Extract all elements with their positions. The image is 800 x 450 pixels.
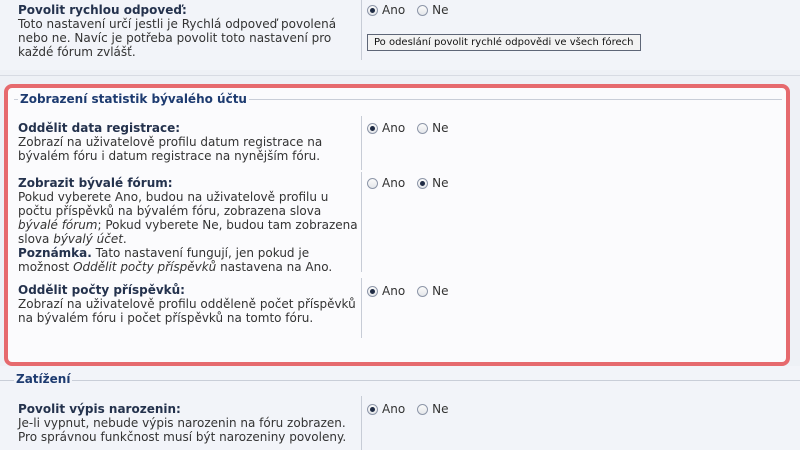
column-divider: [361, 0, 362, 60]
separate-post-counts-options: Ano Ne: [367, 284, 461, 298]
legend-line: [0, 380, 800, 381]
divider: [0, 75, 800, 76]
show-former-forum-title: Zobrazit bývalé fórum:: [18, 176, 173, 190]
birthday-listing-description: Povolit výpis narozenin: Je-li vypnut, n…: [18, 402, 358, 444]
radio-checked-icon[interactable]: [367, 4, 378, 16]
section-legend: Zobrazení statistik bývalého účtu: [18, 92, 249, 106]
column-divider: [361, 116, 362, 170]
separate-post-counts-no[interactable]: Ne: [417, 284, 449, 298]
separate-post-counts-text: Zobrazí na uživatelově profilu odděleně …: [18, 297, 356, 325]
birthday-listing-title: Povolit výpis narozenin:: [18, 402, 181, 416]
birthday-listing-text: Je-li vypnut, nebude výpis narozenin na …: [18, 416, 347, 444]
load-section-legend: Zatížení: [14, 372, 73, 386]
separate-post-counts-description: Oddělit počty příspěvků: Zobrazí na uživ…: [18, 283, 358, 325]
show-former-forum-description: Zobrazit bývalé fórum: Pokud vyberete An…: [18, 176, 358, 274]
radio-checked-icon[interactable]: [367, 122, 378, 134]
load-section: Zatížení Povolit výpis narozenin: Je-li …: [0, 366, 800, 450]
radio-checked-icon[interactable]: [367, 403, 378, 415]
radio-checked-icon[interactable]: [417, 177, 429, 189]
show-former-forum-no[interactable]: Ne: [417, 176, 449, 190]
birthday-listing-options: Ano Ne: [367, 402, 461, 416]
enable-quick-reply-all-forums-button[interactable]: Po odeslání povolit rychlé odpovědi ve v…: [367, 34, 641, 51]
separate-post-counts-yes[interactable]: Ano: [367, 284, 405, 298]
radio-unchecked-icon[interactable]: [417, 403, 429, 415]
radio-checked-icon[interactable]: [367, 285, 378, 297]
birthday-listing-yes[interactable]: Ano: [367, 402, 405, 416]
quick-reply-title: Povolit rychlou odpoveď:: [18, 3, 187, 17]
separate-registration-yes[interactable]: Ano: [367, 121, 405, 135]
quick-reply-yes[interactable]: Ano: [367, 3, 405, 17]
former-account-stats-section: Zobrazení statistik bývalého účtu Odděli…: [4, 84, 790, 366]
show-former-forum-yes[interactable]: Ano: [367, 176, 405, 190]
separate-registration-description: Oddělit data registrace: Zobrazí na uživ…: [18, 121, 358, 163]
radio-unchecked-icon[interactable]: [417, 285, 429, 297]
separate-post-counts-title: Oddělit počty příspěvků:: [18, 283, 185, 297]
separate-registration-options: Ano Ne: [367, 121, 461, 135]
separate-registration-text: Zobrazí na uživatelově profilu datum reg…: [18, 135, 323, 163]
radio-unchecked-icon[interactable]: [417, 122, 429, 134]
quick-reply-description: Povolit rychlou odpoveď: Toto nastavení …: [18, 3, 358, 59]
show-former-forum-note: Poznámka. Tato nastavení fungují, jen po…: [18, 246, 333, 274]
column-divider: [361, 278, 362, 338]
quick-reply-options: Ano Ne: [367, 3, 461, 17]
column-divider: [361, 396, 362, 450]
show-former-forum-text: Pokud vyberete Ano, budou na uživatelově…: [18, 190, 358, 246]
separate-registration-no[interactable]: Ne: [417, 121, 449, 135]
show-former-forum-options: Ano Ne: [367, 176, 461, 190]
column-divider: [361, 172, 362, 272]
radio-unchecked-icon[interactable]: [367, 177, 378, 189]
quick-reply-text: Toto nastavení určí jestli je Rychlá odp…: [18, 17, 337, 59]
radio-unchecked-icon[interactable]: [417, 4, 429, 16]
birthday-listing-no[interactable]: Ne: [417, 402, 449, 416]
quick-reply-no[interactable]: Ne: [417, 3, 449, 17]
quick-reply-setting: Povolit rychlou odpoveď: Toto nastavení …: [0, 0, 800, 70]
separate-registration-title: Oddělit data registrace:: [18, 121, 181, 135]
